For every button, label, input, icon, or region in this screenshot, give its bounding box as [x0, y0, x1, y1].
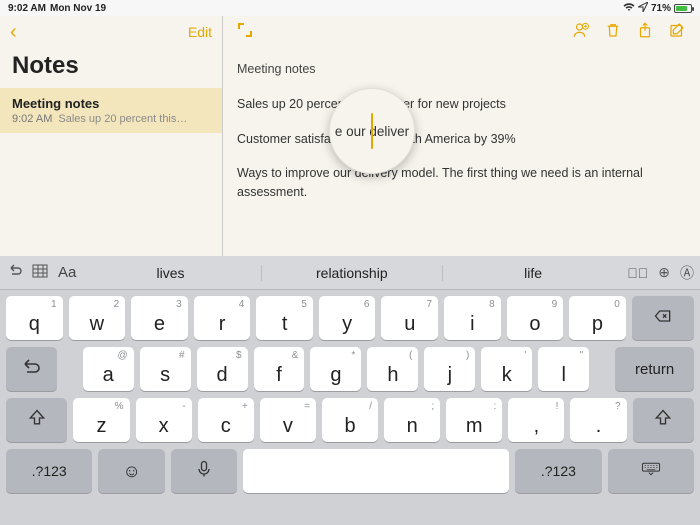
key-g[interactable]: *g — [310, 347, 361, 391]
shift-key[interactable] — [6, 398, 67, 442]
note-editor[interactable]: Meeting notes Sales up 20 percent this q… — [223, 16, 700, 256]
note-paragraph: Customer satisfaction up in North Americ… — [237, 130, 686, 149]
note-list-item[interactable]: Meeting notes 9:02 AM Sales up 20 percent… — [0, 88, 222, 133]
compose-icon[interactable] — [668, 21, 686, 44]
key-j[interactable]: )j — [424, 347, 475, 391]
status-bar: 9:02 AM Mon Nov 19 71% — [0, 0, 700, 16]
key-e[interactable]: 3e — [131, 296, 188, 340]
key-k[interactable]: 'k — [481, 347, 532, 391]
key-c[interactable]: +c — [198, 398, 254, 442]
backspace-key[interactable] — [632, 296, 694, 340]
suggestion[interactable]: life — [442, 265, 623, 281]
key-,[interactable]: !, — [508, 398, 564, 442]
key-w[interactable]: 2w — [69, 296, 126, 340]
key-z[interactable]: %z — [73, 398, 129, 442]
mode-key[interactable]: .?123 — [515, 449, 601, 493]
add-person-icon[interactable] — [572, 21, 590, 44]
key-x[interactable]: -x — [136, 398, 192, 442]
key-t[interactable]: 5t — [256, 296, 313, 340]
key-l[interactable]: "l — [538, 347, 589, 391]
space-key[interactable] — [243, 449, 509, 493]
expand-icon[interactable] — [237, 22, 253, 43]
return-key[interactable]: return — [615, 347, 694, 391]
share-icon[interactable] — [636, 21, 654, 44]
hide-keyboard-key[interactable] — [608, 449, 694, 493]
note-item-title: Meeting notes — [12, 96, 210, 111]
suggestion[interactable]: lives — [80, 265, 260, 281]
key-a[interactable]: @a — [83, 347, 134, 391]
back-chevron-icon[interactable]: ‹ — [10, 22, 17, 42]
key-s[interactable]: #s — [140, 347, 191, 391]
onscreen-keyboard[interactable]: Aa lives relationship life ✓⃝ ⊕ Ⓐ 1q2w3e… — [0, 256, 700, 525]
page-title: Notes — [0, 48, 222, 88]
key-v[interactable]: =v — [260, 398, 316, 442]
key-d[interactable]: $d — [197, 347, 248, 391]
key-q[interactable]: 1q — [6, 296, 63, 340]
key-n[interactable]: ;n — [384, 398, 440, 442]
key-u[interactable]: 7u — [381, 296, 438, 340]
key-.[interactable]: ?. — [570, 398, 626, 442]
note-paragraph: Sales up 20 percent this quarter for new… — [237, 95, 686, 114]
undo-icon[interactable] — [6, 264, 22, 281]
mode-key[interactable]: .?123 — [6, 449, 92, 493]
suggestion[interactable]: relationship — [261, 265, 442, 281]
key-p[interactable]: 0p — [569, 296, 626, 340]
key-i[interactable]: 8i — [444, 296, 501, 340]
trash-icon[interactable] — [604, 21, 622, 44]
mic-key[interactable] — [171, 449, 237, 493]
edit-button[interactable]: Edit — [188, 24, 212, 40]
wifi-icon — [623, 2, 635, 15]
location-icon — [638, 2, 648, 15]
sidebar: ‹ Edit Notes Meeting notes 9:02 AM Sales … — [0, 16, 223, 256]
note-item-time: 9:02 AM — [12, 113, 52, 125]
battery-pct: 71% — [651, 3, 671, 14]
status-time: 9:02 AM — [8, 3, 46, 14]
text-format-icon[interactable]: Aa — [58, 264, 76, 281]
key-o[interactable]: 9o — [507, 296, 564, 340]
marker-icon[interactable]: Ⓐ — [680, 263, 694, 283]
status-date: Mon Nov 19 — [50, 3, 106, 14]
emoji-key[interactable]: ☺ — [98, 449, 164, 493]
key-h[interactable]: (h — [367, 347, 418, 391]
suggestion-bar: lives relationship life — [80, 265, 623, 281]
note-item-preview: Sales up 20 percent this… — [58, 113, 187, 125]
text-cursor — [371, 113, 373, 149]
text-magnifier: e our deliver — [329, 88, 415, 174]
key-y[interactable]: 6y — [319, 296, 376, 340]
table-icon[interactable] — [32, 264, 48, 281]
undo-key[interactable] — [6, 347, 57, 391]
note-title: Meeting notes — [237, 60, 686, 79]
check-icon[interactable]: ✓⃝ — [627, 265, 648, 281]
key-b[interactable]: /b — [322, 398, 378, 442]
note-paragraph: Ways to improve our delivery model. The … — [237, 164, 686, 202]
shift-key[interactable] — [633, 398, 694, 442]
plus-icon[interactable]: ⊕ — [658, 264, 670, 281]
battery-icon — [674, 4, 692, 13]
key-f[interactable]: &f — [254, 347, 305, 391]
key-m[interactable]: :m — [446, 398, 502, 442]
key-r[interactable]: 4r — [194, 296, 251, 340]
